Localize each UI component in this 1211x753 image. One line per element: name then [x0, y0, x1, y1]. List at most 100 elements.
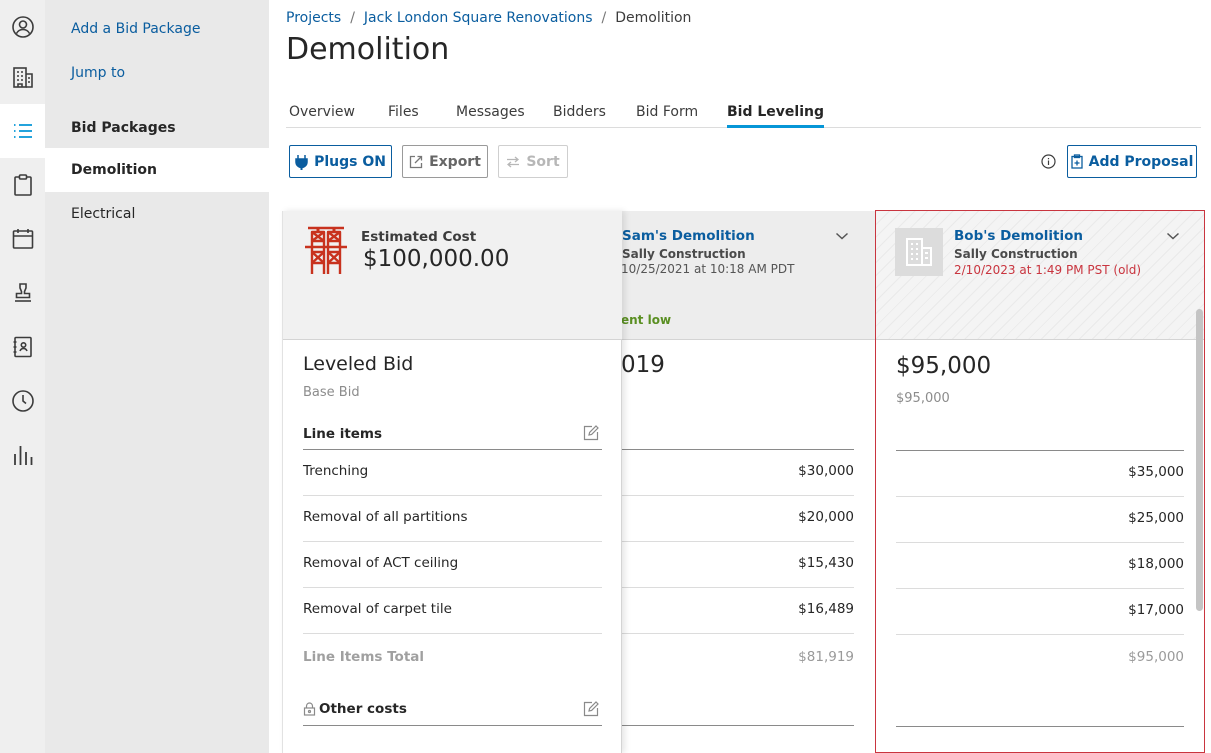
chevron-down-icon[interactable] — [835, 231, 849, 241]
line-item-value: $15,430 — [798, 555, 854, 571]
estimated-cost-value: $100,000.00 — [363, 246, 510, 272]
company-placeholder-icon — [895, 228, 943, 276]
plugs-toggle-label: Plugs ON — [314, 153, 386, 170]
rail-projects[interactable] — [0, 50, 45, 104]
breadcrumb-separator: / — [350, 10, 355, 26]
estimate-header: Estimated Cost $100,000.00 — [283, 211, 622, 340]
tab-messages[interactable]: Messages — [456, 95, 525, 128]
app-icon-rail — [0, 0, 45, 753]
line-items-heading: Line items — [303, 426, 383, 442]
rail-calendar[interactable] — [0, 212, 45, 266]
bid-submitted-date: 10/25/2021 at 10:18 AM PDT — [621, 262, 795, 276]
add-bid-package-link[interactable]: Add a Bid Package — [71, 21, 200, 37]
breadcrumb-current: Demolition — [615, 10, 692, 26]
sort-label: Sort — [526, 153, 560, 170]
line-items-total-label: Line Items Total — [303, 649, 425, 665]
bid-submitted-date: 2/10/2023 at 1:49 PM PST (old) — [954, 263, 1142, 277]
bidder-header: Sam's Demolition Sally Construction 10/2… — [621, 211, 875, 340]
estimate-pinned-column: Estimated Cost $100,000.00 Leveled Bid B… — [282, 211, 622, 753]
line-item-value: $18,000 — [1128, 556, 1184, 572]
rail-tasks[interactable] — [0, 158, 45, 212]
bidder-column-bobs-demolition: Bob's Demolition Sally Construction 2/10… — [875, 210, 1205, 753]
jump-to-link[interactable]: Jump to — [71, 65, 125, 81]
page-title: Demolition — [286, 32, 450, 67]
breadcrumb: Projects / Jack London Square Renovation… — [286, 10, 691, 26]
line-item-label: Removal of all partitions — [303, 509, 468, 525]
sort-icon — [507, 156, 520, 167]
rail-history[interactable] — [0, 374, 45, 428]
tab-bid-leveling[interactable]: Bid Leveling — [727, 95, 824, 128]
tab-bidders[interactable]: Bidders — [553, 95, 606, 128]
estimated-cost-label: Estimated Cost — [361, 229, 477, 245]
divider — [303, 449, 602, 450]
breadcrumb-projects[interactable]: Projects — [286, 10, 341, 26]
vertical-scrollbar[interactable] — [1196, 309, 1203, 611]
rail-bid-packages[interactable] — [0, 104, 45, 158]
line-items-total-value: $95,000 — [1128, 649, 1184, 665]
line-item-label: Trenching — [303, 463, 369, 479]
line-item-value: $16,489 — [798, 601, 854, 617]
bid-total: $95,000 — [896, 353, 992, 379]
line-item-label: Removal of carpet tile — [303, 601, 452, 617]
bidder-company: Sally Construction — [954, 247, 1078, 261]
divider — [896, 726, 1184, 727]
sort-button[interactable]: Sort — [498, 145, 568, 178]
line-item-value: $20,000 — [798, 509, 854, 525]
edit-icon[interactable] — [583, 425, 599, 441]
export-button[interactable]: Export — [402, 145, 488, 178]
rail-reports[interactable] — [0, 428, 45, 482]
line-item-value: $35,000 — [1128, 464, 1184, 480]
bidder-name[interactable]: Sam's Demolition — [622, 228, 755, 244]
other-costs-heading: Other costs — [303, 701, 407, 717]
export-icon — [409, 155, 423, 168]
calendar-icon — [12, 229, 33, 249]
divider — [896, 542, 1184, 543]
divider — [621, 541, 854, 542]
line-items-total-value: $81,919 — [798, 649, 854, 665]
sidebar-item-demolition[interactable]: Demolition — [45, 148, 269, 192]
line-item-value: $30,000 — [798, 463, 854, 479]
bid-packages-heading: Bid Packages — [71, 120, 176, 136]
chevron-down-icon[interactable] — [1166, 231, 1180, 241]
edit-icon[interactable] — [583, 701, 599, 717]
other-costs-label: Other costs — [319, 701, 407, 717]
breadcrumb-separator: / — [601, 10, 607, 26]
rail-approvals[interactable] — [0, 266, 45, 320]
tab-bar: Overview Files Messages Bidders Bid Form… — [286, 95, 1201, 128]
divider — [621, 633, 854, 634]
divider — [896, 634, 1184, 635]
leveled-bid-title: Leveled Bid — [303, 353, 414, 375]
tab-files[interactable]: Files — [388, 95, 419, 128]
divider — [303, 495, 602, 496]
divider — [896, 588, 1184, 589]
bidder-company: Sally Construction — [622, 247, 746, 261]
export-label: Export — [429, 153, 481, 170]
add-proposal-button[interactable]: Add Proposal — [1067, 145, 1197, 178]
bidder-name[interactable]: Bob's Demolition — [954, 228, 1083, 244]
sidebar-item-electrical[interactable]: Electrical — [45, 192, 269, 236]
clipboard-icon — [13, 174, 32, 196]
breadcrumb-project[interactable]: Jack London Square Renovations — [364, 10, 593, 26]
line-item-label: Removal of ACT ceiling — [303, 555, 459, 571]
rail-directory[interactable] — [0, 320, 45, 374]
building-icon — [12, 67, 33, 88]
plug-icon — [295, 154, 308, 170]
add-proposal-label: Add Proposal — [1088, 153, 1194, 170]
tab-overview[interactable]: Overview — [289, 95, 355, 128]
rail-user[interactable] — [0, 0, 45, 54]
stamp-icon — [14, 283, 31, 302]
info-icon[interactable] — [1041, 154, 1056, 169]
tab-bid-form[interactable]: Bid Form — [636, 95, 698, 128]
bid-total: 019 — [621, 352, 665, 378]
bar-chart-icon — [13, 446, 32, 465]
divider — [621, 449, 854, 450]
bid-package-sidebar: Add a Bid Package Jump to Bid Packages D… — [45, 0, 269, 753]
line-item-value: $17,000 — [1128, 602, 1184, 618]
plugs-toggle-button[interactable]: Plugs ON — [289, 145, 392, 178]
divider — [303, 541, 602, 542]
divider — [303, 587, 602, 588]
base-bid-label: Base Bid — [303, 385, 360, 400]
address-book-icon — [13, 336, 32, 358]
divider — [621, 587, 854, 588]
divider — [896, 450, 1184, 451]
